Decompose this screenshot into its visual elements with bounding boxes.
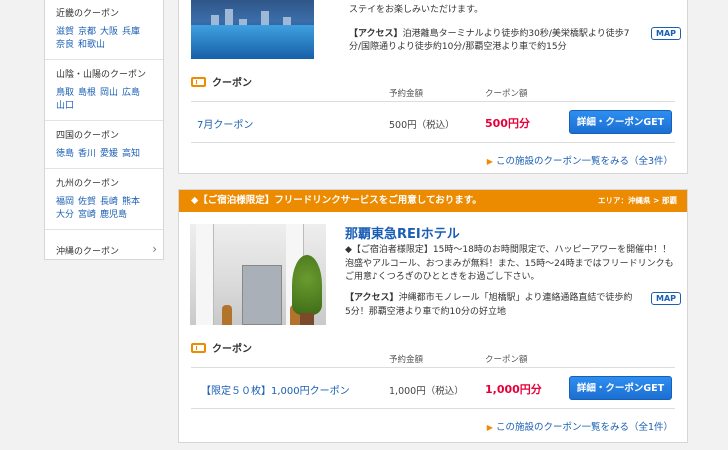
- coupon-name-link[interactable]: 7月クーポン: [197, 116, 253, 131]
- coupon-price: 1,000円（税込）: [389, 386, 464, 397]
- region-link[interactable]: 鹿児島: [100, 210, 127, 220]
- hotel-photo[interactable]: [190, 224, 326, 325]
- hotel-photo[interactable]: [191, 0, 314, 59]
- region-link[interactable]: 京都: [78, 27, 96, 37]
- region-link[interactable]: 鳥取: [56, 88, 74, 98]
- region-link[interactable]: 徳島: [56, 149, 74, 159]
- map-button[interactable]: MAP: [651, 27, 682, 40]
- coupon-list-link[interactable]: ▶ この施設のクーポン一覧をみる（全1件）: [487, 419, 673, 433]
- hotel-access: 【アクセス】沖縄都市モノレール「旭橋駅」より連絡通路直結で徒歩約5分！那覇空港よ…: [345, 293, 633, 317]
- map-button[interactable]: MAP: [651, 292, 682, 305]
- divider: [191, 142, 675, 143]
- ticket-icon: [191, 76, 206, 87]
- region-link[interactable]: 愛媛: [100, 149, 118, 159]
- region-link[interactable]: 宮崎: [78, 210, 96, 220]
- coupon-heading: クーポン: [191, 74, 252, 89]
- region-link[interactable]: 兵庫: [122, 27, 140, 37]
- col-price-header: 予約金額: [389, 355, 424, 365]
- region-link[interactable]: 岡山: [100, 88, 118, 98]
- triangle-right-icon: ▶: [486, 157, 493, 166]
- col-price-header: 予約金額: [389, 89, 424, 99]
- region-sanin-sanyo: 山陰・山陽のクーポン 鳥取 島根 岡山 広島 山口: [45, 60, 163, 121]
- hotel-access: 【アクセス】泊港離島ターミナルより徒歩約30秒/美栄橋駅より徒歩7分/国際通りよ…: [349, 29, 630, 52]
- region-link[interactable]: 佐賀: [78, 197, 96, 207]
- region-link[interactable]: 広島: [122, 88, 140, 98]
- hotel-description: ステイをお楽しみいただけます。: [349, 5, 484, 15]
- hotel-description: ◆【ご宿泊者様限定】15時～18時のお時間限定で、ハッピーアワーを開催中！！泡盛…: [345, 245, 674, 282]
- triangle-right-icon: ▶: [486, 423, 493, 432]
- region-link[interactable]: 和歌山: [78, 40, 105, 50]
- region-link[interactable]: 島根: [78, 88, 96, 98]
- region-link[interactable]: 滋賀: [56, 27, 74, 37]
- hotel-name-link[interactable]: 那覇東急REIホテル: [345, 223, 460, 242]
- region-link[interactable]: 高知: [122, 149, 140, 159]
- region-kinki: 近畿のクーポン 滋賀 京都 大阪 兵庫 奈良 和歌山: [45, 0, 163, 60]
- region-link[interactable]: 長崎: [100, 197, 118, 207]
- sidebar: 近畿のクーポン 滋賀 京都 大阪 兵庫 奈良 和歌山 山陰・山陽のクーポン 鳥取 島根 岡山…: [44, 0, 164, 260]
- okinawa-label: 沖縄のクーポン: [56, 247, 120, 257]
- coupon-get-button[interactable]: 詳細・クーポンGET: [569, 110, 672, 134]
- coupon-list-link[interactable]: ▶ この施設のクーポン一覧をみる（全3件）: [487, 153, 673, 167]
- region-title: 四国のクーポン: [56, 131, 120, 141]
- region-link[interactable]: 熊本: [122, 197, 140, 207]
- divider: [191, 101, 675, 102]
- region-shikoku: 四国のクーポン 徳島 香川 愛媛 高知: [45, 121, 163, 169]
- region-link[interactable]: 大分: [56, 210, 74, 220]
- divider: [191, 367, 675, 368]
- region-title: 近畿のクーポン: [56, 9, 120, 19]
- col-amount-header: クーポン額: [485, 89, 528, 99]
- col-amount-header: クーポン額: [485, 355, 528, 365]
- coupon-get-button[interactable]: 詳細・クーポンGET: [569, 376, 672, 400]
- hotel-card-2: ◆【ご宿泊様限定】フリードリンクサービスをご用意しております。 エリア：沖縄県 …: [178, 189, 688, 443]
- coupon-heading: クーポン: [191, 340, 252, 355]
- divider: [191, 408, 675, 409]
- region-link[interactable]: 香川: [78, 149, 96, 159]
- region-okinawa[interactable]: 沖縄のクーポン ›: [45, 230, 163, 257]
- coupon-amount: 500円分: [485, 117, 530, 130]
- region-link[interactable]: 山口: [56, 101, 74, 111]
- hotel-card-1: ステイをお楽しみいただけます。 【アクセス】泊港離島ターミナルより徒歩約30秒/…: [178, 0, 688, 174]
- coupon-price: 500円（税込）: [389, 120, 455, 131]
- region-link[interactable]: 大阪: [100, 27, 118, 37]
- region-kyushu: 九州のクーポン 福岡 佐賀 長崎 熊本 大分 宮崎 鹿児島: [45, 169, 163, 230]
- chevron-right-icon: ›: [152, 242, 157, 256]
- region-title: 九州のクーポン: [56, 179, 120, 189]
- region-link[interactable]: 奈良: [56, 40, 74, 50]
- region-link[interactable]: 福岡: [56, 197, 74, 207]
- coupon-amount: 1,000円分: [485, 383, 542, 396]
- promo-banner: ◆【ご宿泊様限定】フリードリンクサービスをご用意しております。 エリア：沖縄県 …: [179, 190, 687, 212]
- ticket-icon: [191, 342, 206, 353]
- region-title: 山陰・山陽のクーポン: [56, 70, 147, 80]
- area-label: エリア：沖縄県 > 那覇: [597, 196, 677, 205]
- coupon-name-link[interactable]: 【限定５０枚】1,000円クーポン: [201, 382, 350, 397]
